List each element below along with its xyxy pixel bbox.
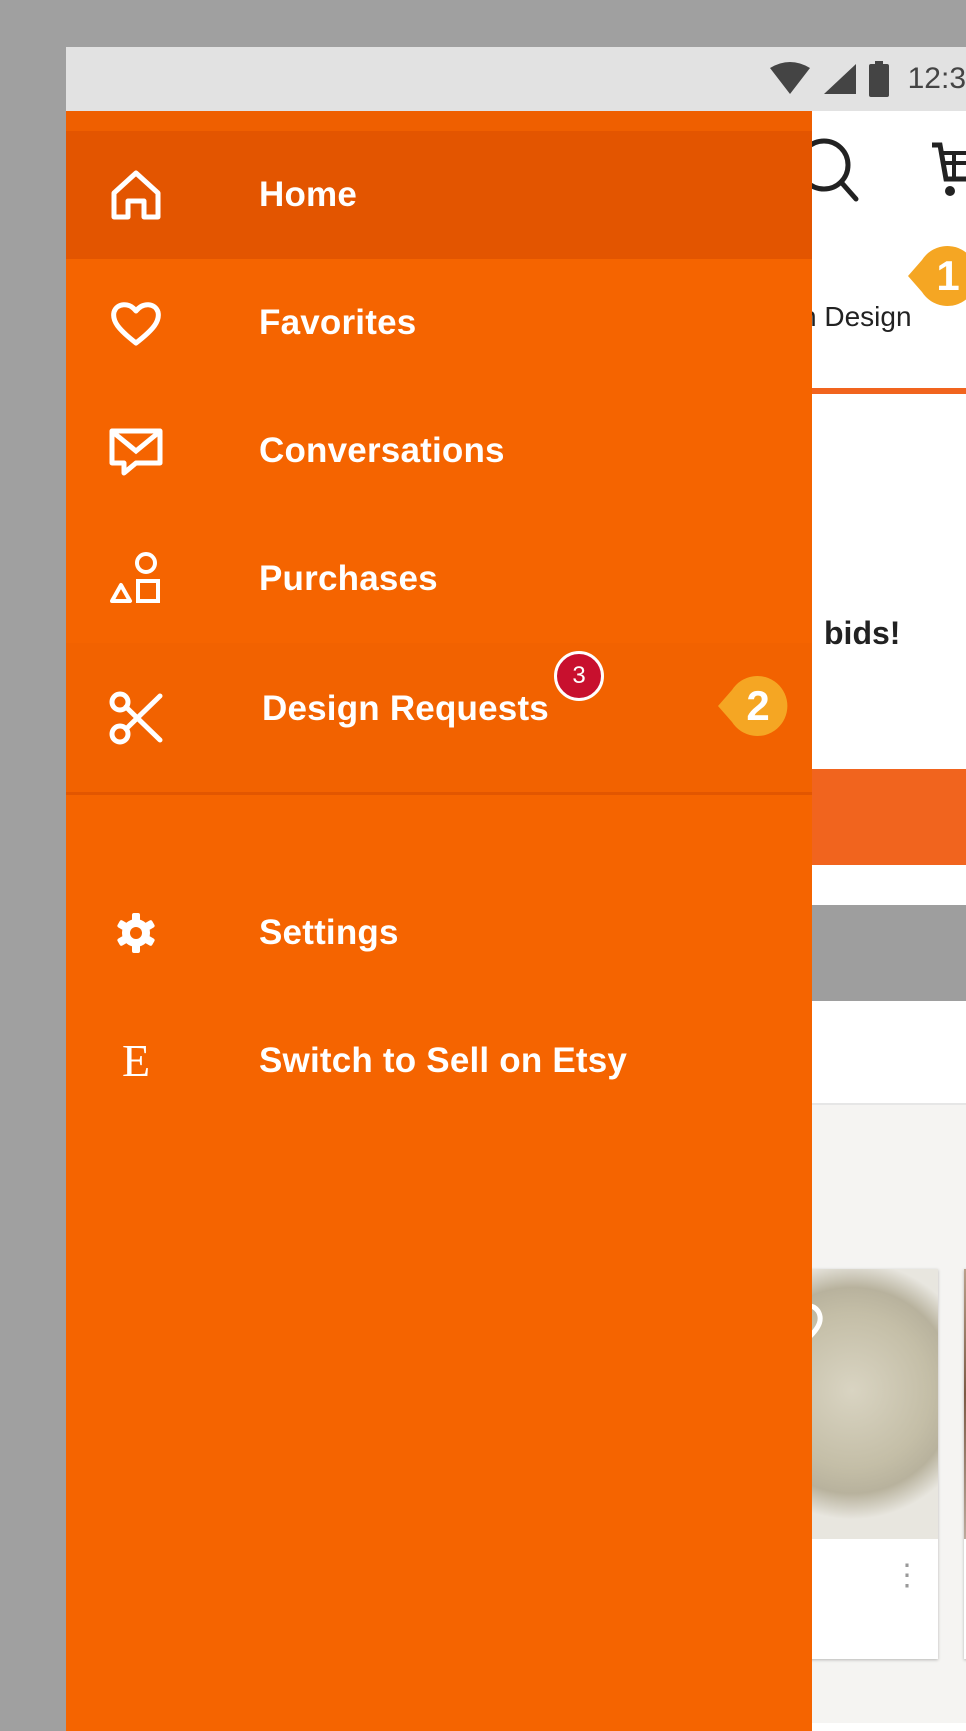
- phone-screen: 12:3 n Design bids! ⋮ $8 Home: [66, 47, 966, 1731]
- callout-marker-1: 1: [906, 242, 966, 310]
- gear-icon: [108, 905, 164, 961]
- status-icons: 12:3: [768, 57, 966, 101]
- drawer-item-label: Home: [259, 175, 358, 214]
- callout-marker-2: 2: [716, 672, 788, 740]
- drawer-item-switch-to-sell[interactable]: E Switch to Sell on Etsy: [66, 997, 812, 1125]
- drawer-item-favorites[interactable]: Favorites: [66, 259, 812, 387]
- signal-icon: [823, 64, 856, 94]
- drawer-item-label: Purchases: [259, 559, 438, 598]
- shapes-icon: [108, 551, 164, 607]
- drawer-item-conversations[interactable]: Conversations: [66, 387, 812, 515]
- drawer-item-label: Favorites: [259, 303, 417, 342]
- navigation-drawer: Home Favorites Conversations Purchases D: [66, 111, 812, 1731]
- drawer-item-label: Settings: [259, 913, 399, 952]
- drawer-item-home[interactable]: Home: [66, 131, 812, 259]
- drawer-item-purchases[interactable]: Purchases: [66, 515, 812, 643]
- heart-icon: [108, 295, 164, 351]
- drawer-item-label: Switch to Sell on Etsy: [259, 1041, 628, 1080]
- etsy-e-icon: E: [121, 1035, 151, 1086]
- search-icon[interactable]: [806, 137, 916, 207]
- drawer-item-label: Design Requests: [262, 689, 549, 728]
- more-options-icon[interactable]: ⋮: [892, 1561, 922, 1591]
- drawer-item-design-requests[interactable]: Design Requests: [66, 643, 812, 793]
- drawer-item-settings[interactable]: Settings: [66, 869, 812, 997]
- battery-icon: [868, 61, 889, 97]
- status-time: 12:3: [907, 62, 966, 95]
- drawer-item-label: Conversations: [259, 431, 505, 470]
- cart-icon[interactable]: [930, 139, 966, 201]
- bids-text: bids!: [824, 615, 901, 651]
- callout-number: 1: [936, 252, 960, 299]
- scissors-icon: [108, 690, 164, 746]
- envelope-icon: [108, 423, 164, 479]
- home-icon: [108, 167, 164, 223]
- status-bar: 12:3: [66, 47, 966, 111]
- notification-badge: 3: [554, 651, 604, 701]
- callout-number: 2: [746, 682, 770, 729]
- drawer-divider: [66, 792, 812, 795]
- wifi-icon: [769, 62, 810, 94]
- drawer-top-strip: [66, 111, 812, 131]
- tab-design[interactable]: n Design: [801, 301, 912, 333]
